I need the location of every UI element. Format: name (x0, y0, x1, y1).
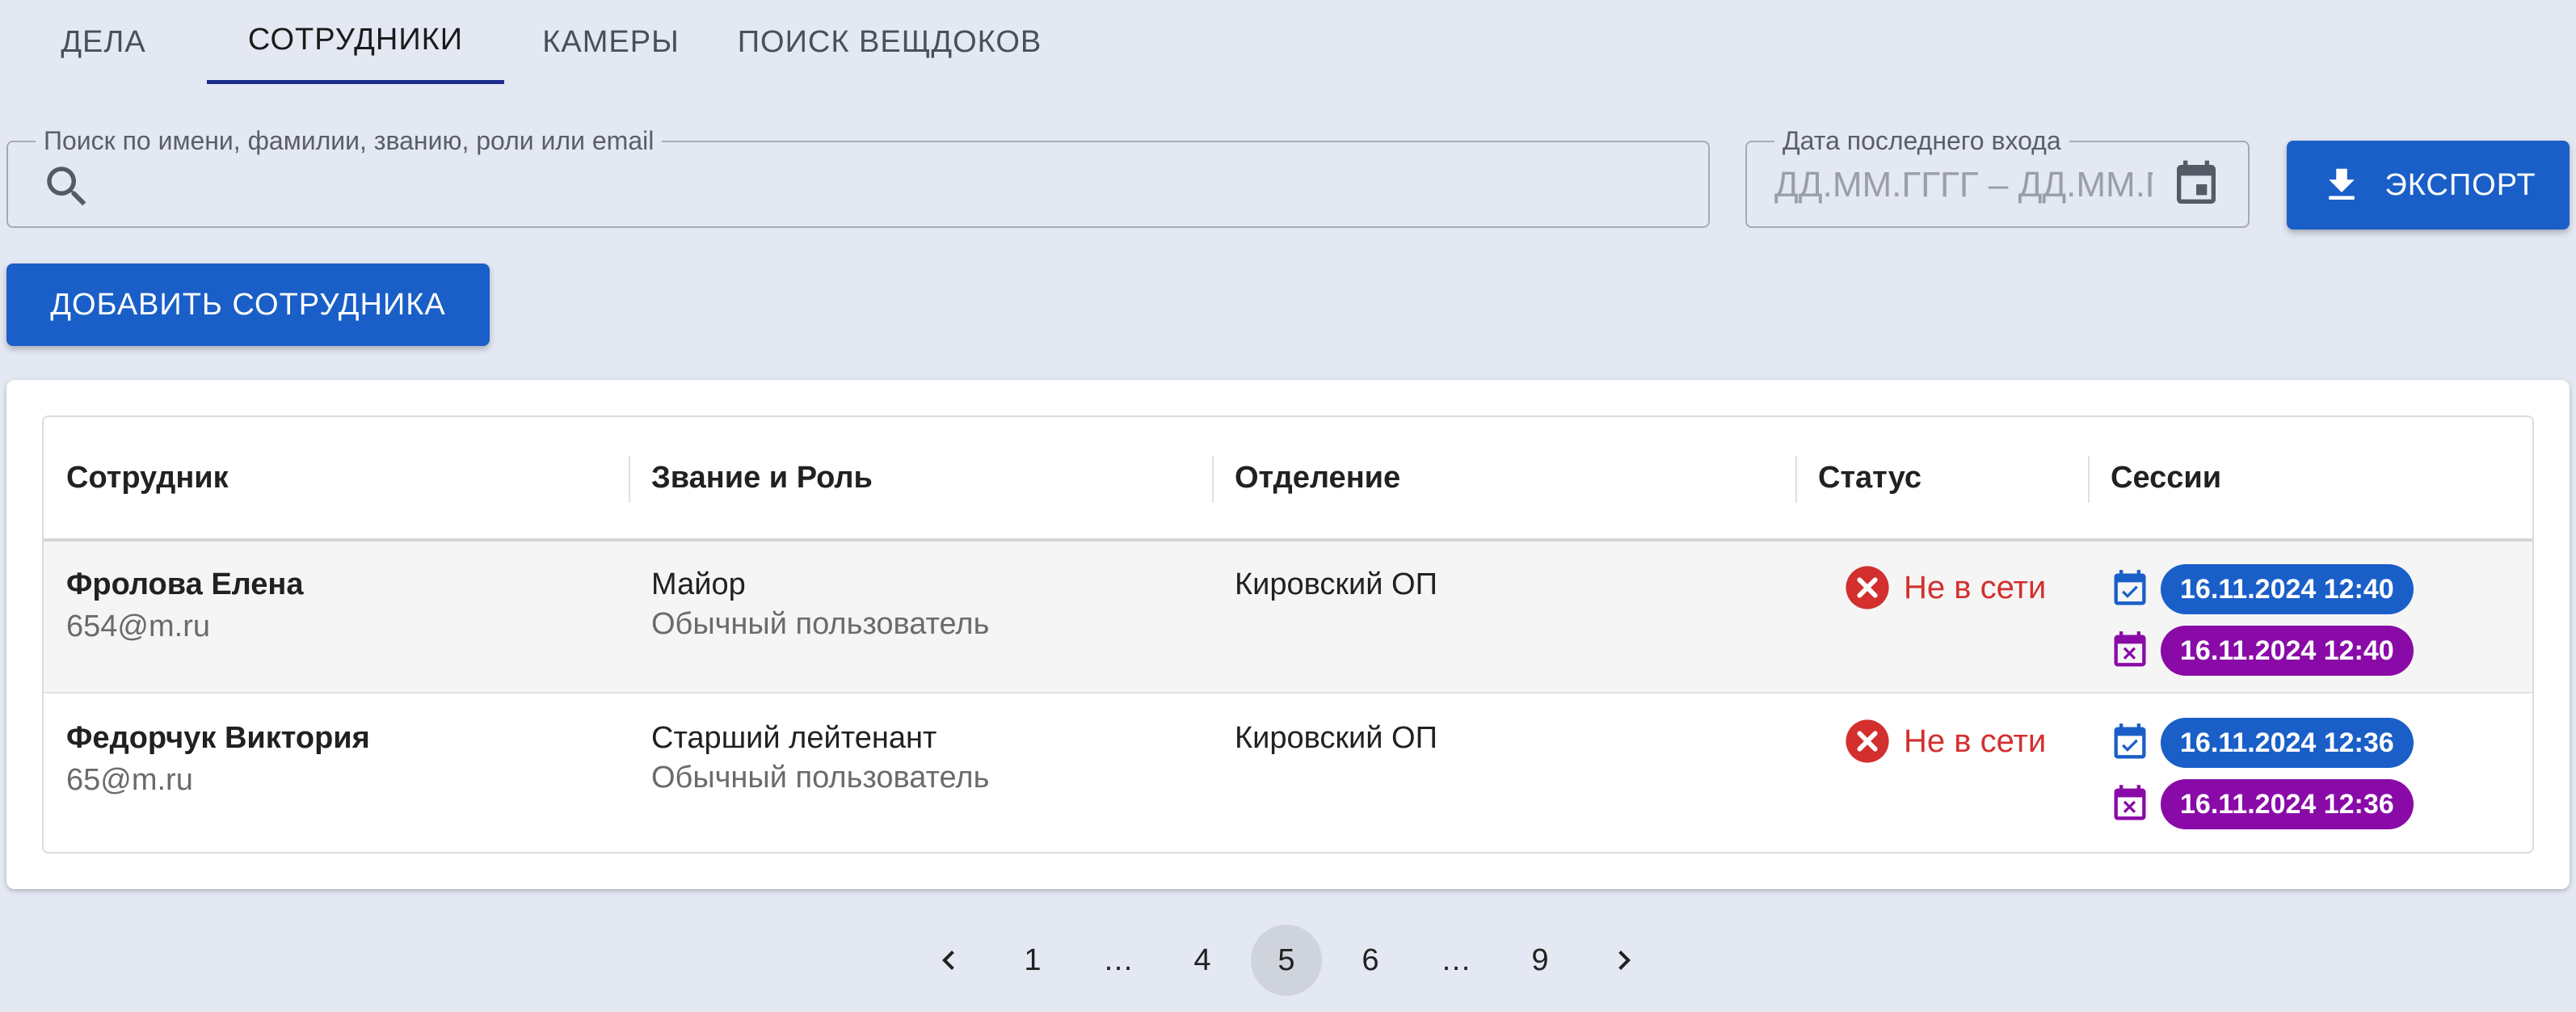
status-badge: Не в сети (1844, 718, 2046, 765)
chevron-left-icon (942, 951, 954, 970)
add-employee-button[interactable]: ДОБАВИТЬ СОТРУДНИКА (6, 264, 490, 346)
session-end: 16.11.2024 12:36 (2109, 778, 2414, 831)
employee-rank: Майор (651, 567, 746, 601)
page-ellipsis: … (1103, 942, 1134, 977)
session-start: 16.11.2024 12:36 (2109, 716, 2414, 770)
employees-card: Сотрудник Звание и Роль Отделение Статус… (6, 380, 2570, 889)
search-icon (47, 167, 86, 206)
employee-department: Кировский ОП (1235, 567, 1437, 601)
session-end: 16.11.2024 12:40 (2109, 624, 2414, 677)
status-cell: Не в сети (1821, 564, 2046, 611)
status-text: Не в сети (1904, 723, 2047, 759)
session-start-chip: 16.11.2024 12:36 (2161, 718, 2414, 768)
export-label: ЭКСПОРТ (2384, 167, 2536, 202)
page-ellipsis: … (1441, 942, 1471, 977)
column-header-status[interactable]: Статус (1795, 417, 2086, 538)
sessions-cell: 16.11.2024 12:36 16.11.2024 12:36 (2109, 716, 2414, 839)
table-row[interactable]: Федорчук Виктория 65@m.ru Старший лейтен… (44, 695, 2532, 847)
page-button[interactable]: 6 (1335, 925, 1406, 996)
next-page-button[interactable] (1589, 925, 1660, 996)
table-header: Сотрудник Звание и Роль Отделение Статус… (44, 417, 2532, 542)
tab-cases[interactable]: ДЕЛА (0, 0, 207, 84)
tab-cameras[interactable]: КАМЕРЫ (504, 0, 718, 84)
last-login-date-field[interactable]: Дата последнего входа ДД.ММ.ГГГГ – ДД.ММ… (1745, 126, 2250, 228)
prev-page-button[interactable] (913, 925, 984, 996)
employee-email: 654@m.ru (66, 609, 210, 643)
department-cell: Кировский ОП (1212, 566, 1437, 603)
rank-role-cell: Майор Обычный пользователь (629, 566, 989, 645)
tab-evidence-search[interactable]: ПОИСК ВЕЩДОКОВ (718, 0, 1062, 84)
page-button[interactable]: 1 (997, 925, 1068, 996)
calendar-remove-icon (2114, 785, 2146, 820)
column-header-rank-role[interactable]: Звание и Роль (629, 417, 1212, 538)
search-field[interactable]: Поиск по имени, фамилии, званию, роли ил… (6, 126, 1710, 228)
date-filter-label: Дата последнего входа (1774, 126, 2069, 156)
employee-name: Федорчук Виктория (66, 721, 370, 755)
search-input[interactable] (105, 150, 1692, 218)
employee-name: Фролова Елена (66, 567, 304, 601)
employees-table: Сотрудник Звание и Роль Отделение Статус… (42, 415, 2534, 854)
column-header-sessions[interactable]: Сессии (2088, 417, 2532, 538)
status-cell: Не в сети (1821, 718, 2046, 765)
session-end-chip: 16.11.2024 12:36 (2161, 779, 2414, 829)
employee-email: 65@m.ru (66, 763, 193, 797)
employee-cell: Фролова Елена 654@m.ru (44, 566, 304, 650)
employee-role: Обычный пользователь (651, 607, 990, 641)
error-circle-icon (1846, 719, 1889, 763)
status-badge: Не в сети (1844, 564, 2046, 611)
status-text: Не в сети (1904, 569, 2047, 605)
chevron-right-icon (1618, 951, 1631, 970)
employee-rank: Старший лейтенант (651, 721, 937, 755)
tab-employees[interactable]: СОТРУДНИКИ (207, 0, 504, 84)
calendar-check-icon (2114, 570, 2146, 605)
main-tabs: ДЕЛА СОТРУДНИКИ КАМЕРЫ ПОИСК ВЕЩДОКОВ (0, 0, 1062, 87)
table-row[interactable]: Фролова Елена 654@m.ru Майор Обычный пол… (44, 542, 2532, 694)
column-header-department[interactable]: Отделение (1212, 417, 1795, 538)
page-button[interactable]: 4 (1167, 925, 1238, 996)
session-start: 16.11.2024 12:40 (2109, 563, 2414, 616)
page-button[interactable]: 9 (1505, 925, 1576, 996)
calendar-remove-icon (2114, 631, 2146, 667)
download-icon (2329, 168, 2355, 200)
sessions-cell: 16.11.2024 12:40 16.11.2024 12:40 (2109, 563, 2414, 685)
session-start-chip: 16.11.2024 12:40 (2161, 564, 2414, 614)
export-button[interactable]: ЭКСПОРТ (2287, 141, 2570, 230)
employee-department: Кировский ОП (1235, 721, 1437, 755)
calendar-check-icon (2114, 723, 2146, 759)
column-header-employee[interactable]: Сотрудник (44, 417, 629, 538)
rank-role-cell: Старший лейтенант Обычный пользователь (629, 719, 989, 799)
calendar-icon[interactable] (2170, 158, 2222, 210)
department-cell: Кировский ОП (1212, 719, 1437, 757)
date-range-placeholder[interactable]: ДД.ММ.ГГГГ – ДД.ММ.ГГГГ (1774, 157, 2153, 213)
error-circle-icon (1846, 566, 1889, 609)
employee-role: Обычный пользователь (651, 761, 990, 795)
employee-cell: Федорчук Виктория 65@m.ru (44, 719, 370, 803)
pagination: 1 … 4 5 6 … 9 (0, 925, 2576, 996)
current-page-button[interactable]: 5 (1251, 925, 1322, 996)
session-end-chip: 16.11.2024 12:40 (2161, 626, 2414, 676)
